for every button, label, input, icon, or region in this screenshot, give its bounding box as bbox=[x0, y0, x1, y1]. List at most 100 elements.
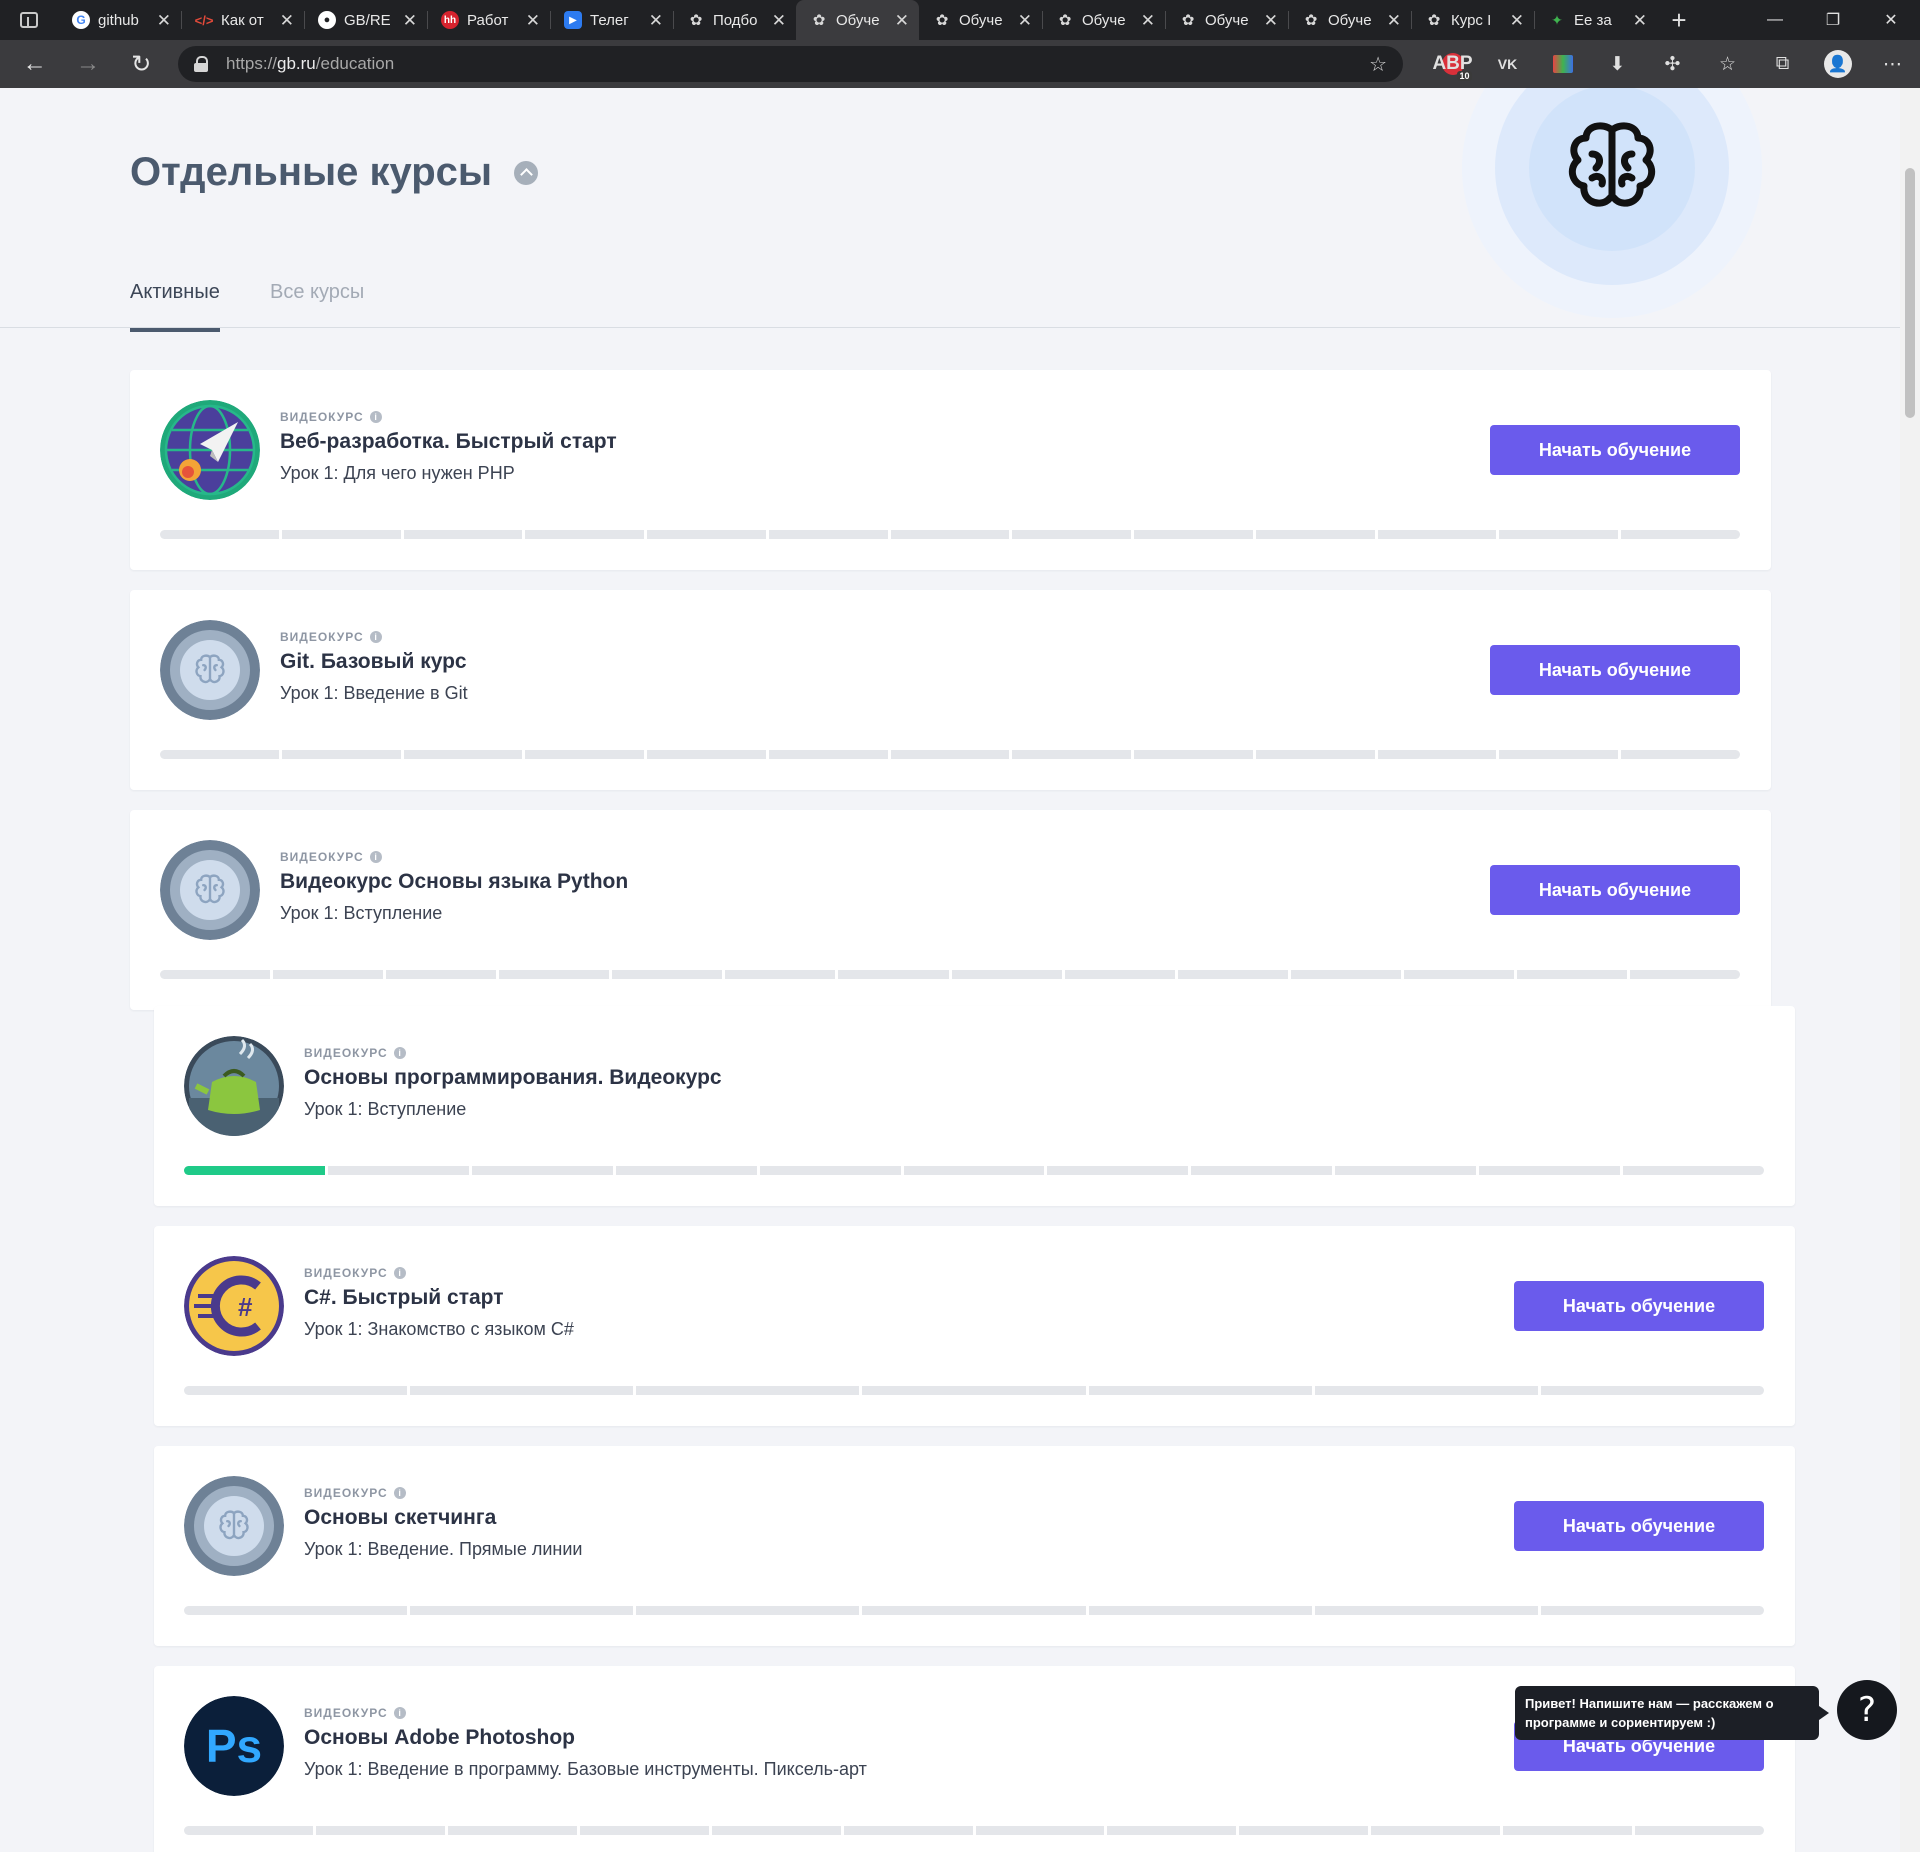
start-learning-button[interactable]: Начать обучение bbox=[1514, 1501, 1764, 1551]
start-learning-button[interactable]: Начать обучение bbox=[1490, 645, 1740, 695]
chat-help-button[interactable]: ? bbox=[1837, 1680, 1897, 1740]
progress-segment bbox=[1012, 530, 1132, 539]
browser-tab[interactable]: ✿ Обуче ✕ bbox=[1165, 0, 1288, 40]
course-card[interactable]: ВИДЕОКУРС i Git. Базовый курс Урок 1: Введе… bbox=[130, 590, 1771, 790]
close-tab-icon[interactable]: ✕ bbox=[1141, 12, 1155, 29]
brain-logo bbox=[160, 620, 260, 720]
browser-tab-bar: Ggithub ✕ </> Как от ✕ ● GB/RE ✕ hh Работ ✕ ▶ Телег ✕… bbox=[0, 0, 1920, 40]
browser-tab[interactable]: ✿ Обуче ✕ bbox=[1042, 0, 1165, 40]
course-kind: ВИДЕОКУРС i bbox=[304, 1266, 574, 1280]
close-tab-icon[interactable]: ✕ bbox=[1633, 12, 1647, 29]
progress-segment bbox=[951, 970, 1062, 979]
close-tab-icon[interactable]: ✕ bbox=[772, 12, 786, 29]
browser-tab[interactable]: ✿ Обуче ✕ bbox=[1288, 0, 1411, 40]
tab-title: Телег bbox=[590, 11, 629, 29]
course-kind-label: ВИДЕОКУРС bbox=[304, 1046, 388, 1060]
restore-button[interactable]: ❐ bbox=[1804, 0, 1862, 40]
browser-tab[interactable]: ✿ Подбо ✕ bbox=[673, 0, 796, 40]
tab-title: Обуче bbox=[836, 11, 880, 29]
course-card[interactable]: ВИДЕОКУРС i Основы скетчинга Урок 1: Введен… bbox=[154, 1446, 1795, 1646]
browser-tab[interactable]: ▶ Телег ✕ bbox=[550, 0, 673, 40]
tab-actions-menu-button[interactable] bbox=[0, 0, 58, 40]
collapse-section-button[interactable] bbox=[514, 160, 539, 185]
profile-button[interactable]: 👤 bbox=[1810, 40, 1865, 88]
progress-segment bbox=[1134, 750, 1253, 759]
course-title[interactable]: Git. Базовый курс bbox=[280, 650, 468, 674]
address-bar[interactable]: https://gb.ru/education ☆ bbox=[177, 46, 1403, 82]
info-icon[interactable]: i bbox=[369, 411, 382, 423]
browser-tab[interactable]: hh Работ ✕ bbox=[427, 0, 550, 40]
info-icon[interactable]: i bbox=[393, 1047, 406, 1059]
info-icon[interactable]: i bbox=[393, 1707, 406, 1719]
progress-segment bbox=[410, 1606, 634, 1615]
add-favorite-icon[interactable]: ☆ bbox=[1369, 52, 1387, 77]
course-title[interactable]: Веб-разработка. Быстрый старт bbox=[280, 430, 617, 454]
browser-tab[interactable]: ✿ Обуче ✕ bbox=[919, 0, 1042, 40]
browser-tab[interactable]: ✿ Курс I ✕ bbox=[1411, 0, 1534, 40]
download-extension-button[interactable]: ⬇ bbox=[1590, 40, 1645, 88]
color-extension-button[interactable] bbox=[1535, 40, 1590, 88]
info-icon[interactable]: i bbox=[393, 1267, 406, 1279]
progress-segment bbox=[1621, 530, 1740, 539]
course-lesson: Урок 1: Вступление bbox=[280, 903, 443, 923]
progress-segment bbox=[862, 1606, 1086, 1615]
browser-tab[interactable]: ✦ Ее за ✕ bbox=[1534, 0, 1657, 40]
extensions-button[interactable]: ✣ bbox=[1645, 40, 1700, 88]
favorites-button[interactable]: ☆ bbox=[1700, 40, 1755, 88]
tab-active[interactable]: Активные bbox=[130, 272, 220, 332]
reload-button[interactable]: ↻ bbox=[115, 40, 168, 88]
course-card[interactable]: # ВИДЕОКУРС i C#. Быстрый старт Урок 1: Знак… bbox=[154, 1226, 1795, 1426]
close-tab-icon[interactable]: ✕ bbox=[1264, 12, 1278, 29]
collections-button[interactable]: ⧉ bbox=[1755, 40, 1810, 88]
progress-segment bbox=[281, 750, 401, 759]
browser-tab[interactable]: ✿ Обуче ✕ bbox=[796, 0, 919, 40]
tab-title: Как от bbox=[221, 11, 264, 29]
adblock-extension-button[interactable]: ABP 10 bbox=[1425, 40, 1480, 88]
scrollbar-thumb[interactable] bbox=[1905, 168, 1915, 418]
progress-segment bbox=[403, 750, 523, 759]
page-scrollbar[interactable] bbox=[1900, 88, 1920, 1852]
close-tab-icon[interactable]: ✕ bbox=[1018, 12, 1032, 29]
close-tab-icon[interactable]: ✕ bbox=[157, 12, 171, 29]
browser-tab[interactable]: Ggithub ✕ bbox=[58, 0, 181, 40]
forward-button[interactable]: → bbox=[61, 40, 114, 88]
progress-segment bbox=[471, 1166, 613, 1175]
browser-tab[interactable]: </> Как от ✕ bbox=[181, 0, 304, 40]
back-button[interactable]: ← bbox=[8, 40, 61, 88]
close-tab-icon[interactable]: ✕ bbox=[1387, 12, 1401, 29]
gb-brain-icon: ✿ bbox=[1058, 12, 1072, 29]
info-icon[interactable]: i bbox=[369, 631, 382, 643]
course-title[interactable]: Основы скетчинга bbox=[304, 1506, 582, 1530]
minimize-button[interactable]: — bbox=[1746, 0, 1804, 40]
progress-segment bbox=[1371, 1826, 1501, 1835]
close-tab-icon[interactable]: ✕ bbox=[403, 12, 417, 29]
close-tab-icon[interactable]: ✕ bbox=[649, 12, 663, 29]
start-learning-button[interactable]: Начать обучение bbox=[1490, 425, 1740, 475]
close-tab-icon[interactable]: ✕ bbox=[280, 12, 294, 29]
new-tab-button[interactable]: + bbox=[1657, 5, 1701, 36]
progress-segment bbox=[975, 1826, 1105, 1835]
close-tab-icon[interactable]: ✕ bbox=[526, 12, 540, 29]
close-tab-icon[interactable]: ✕ bbox=[895, 12, 909, 29]
course-title[interactable]: Основы программирования. Видеокурс bbox=[304, 1066, 722, 1090]
course-title[interactable]: C#. Быстрый старт bbox=[304, 1286, 574, 1310]
tab-all-courses[interactable]: Все курсы bbox=[270, 272, 364, 328]
course-title[interactable]: Видеокурс Основы языка Python bbox=[280, 870, 628, 894]
close-tab-icon[interactable]: ✕ bbox=[1510, 12, 1524, 29]
progress-segment bbox=[1088, 1386, 1312, 1395]
close-window-button[interactable]: ✕ bbox=[1862, 0, 1920, 40]
info-icon[interactable]: i bbox=[369, 851, 382, 863]
course-card[interactable]: ВИДЕОКУРС i Веб-разработка. Быстрый старт У… bbox=[130, 370, 1771, 570]
start-learning-button[interactable]: Начать обучение bbox=[1514, 1281, 1764, 1331]
browser-tab[interactable]: ● GB/RE ✕ bbox=[304, 0, 427, 40]
course-card[interactable]: ВИДЕОКУРС i Видеокурс Основы языка Python У… bbox=[130, 810, 1771, 1010]
settings-menu-button[interactable]: ⋯ bbox=[1865, 40, 1920, 88]
start-learning-button[interactable]: Начать обучение bbox=[1490, 865, 1740, 915]
course-kind: ВИДЕОКУРС i bbox=[280, 410, 617, 424]
vk-icon: VK bbox=[1497, 56, 1518, 72]
course-kind: ВИДЕОКУРС i bbox=[304, 1486, 582, 1500]
course-card[interactable]: ВИДЕОКУРС i Основы программирования. Видео… bbox=[154, 1006, 1795, 1206]
vk-extension-button[interactable]: VK bbox=[1480, 40, 1535, 88]
info-icon[interactable]: i bbox=[393, 1487, 406, 1499]
course-title[interactable]: Основы Adobe Photoshop bbox=[304, 1726, 867, 1750]
